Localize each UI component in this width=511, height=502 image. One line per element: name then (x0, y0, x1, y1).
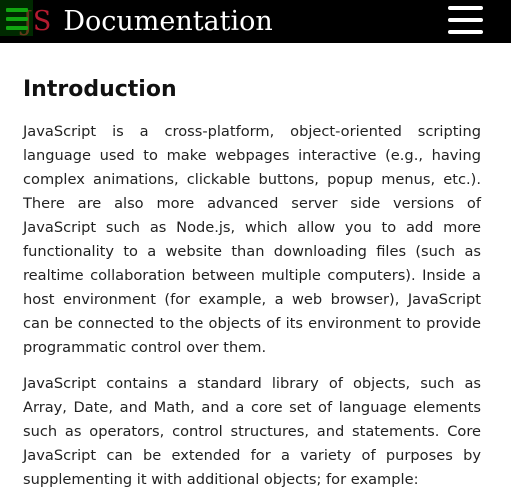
menu-bar-line (448, 18, 483, 22)
library-paragraph: JavaScript contains a standard library o… (23, 375, 481, 488)
menu-bar-line (6, 8, 28, 12)
menu-bar-line (6, 17, 28, 21)
intro-paragraph: JavaScript is a cross-platform, object-o… (23, 123, 481, 356)
menu-bar-line (448, 30, 483, 34)
menu-bar-line (6, 26, 28, 30)
menu-bar-line (448, 6, 483, 10)
site-title: Documentation (63, 5, 273, 37)
hamburger-menu-icon[interactable] (0, 0, 33, 36)
main-content: Introduction JavaScript is a cross-platf… (23, 74, 481, 492)
top-navigation-bar: JS Documentation (0, 0, 511, 43)
page-heading: Introduction (23, 77, 177, 102)
site-brand[interactable]: JS Documentation (22, 2, 273, 40)
hamburger-menu-icon[interactable] (446, 4, 486, 36)
